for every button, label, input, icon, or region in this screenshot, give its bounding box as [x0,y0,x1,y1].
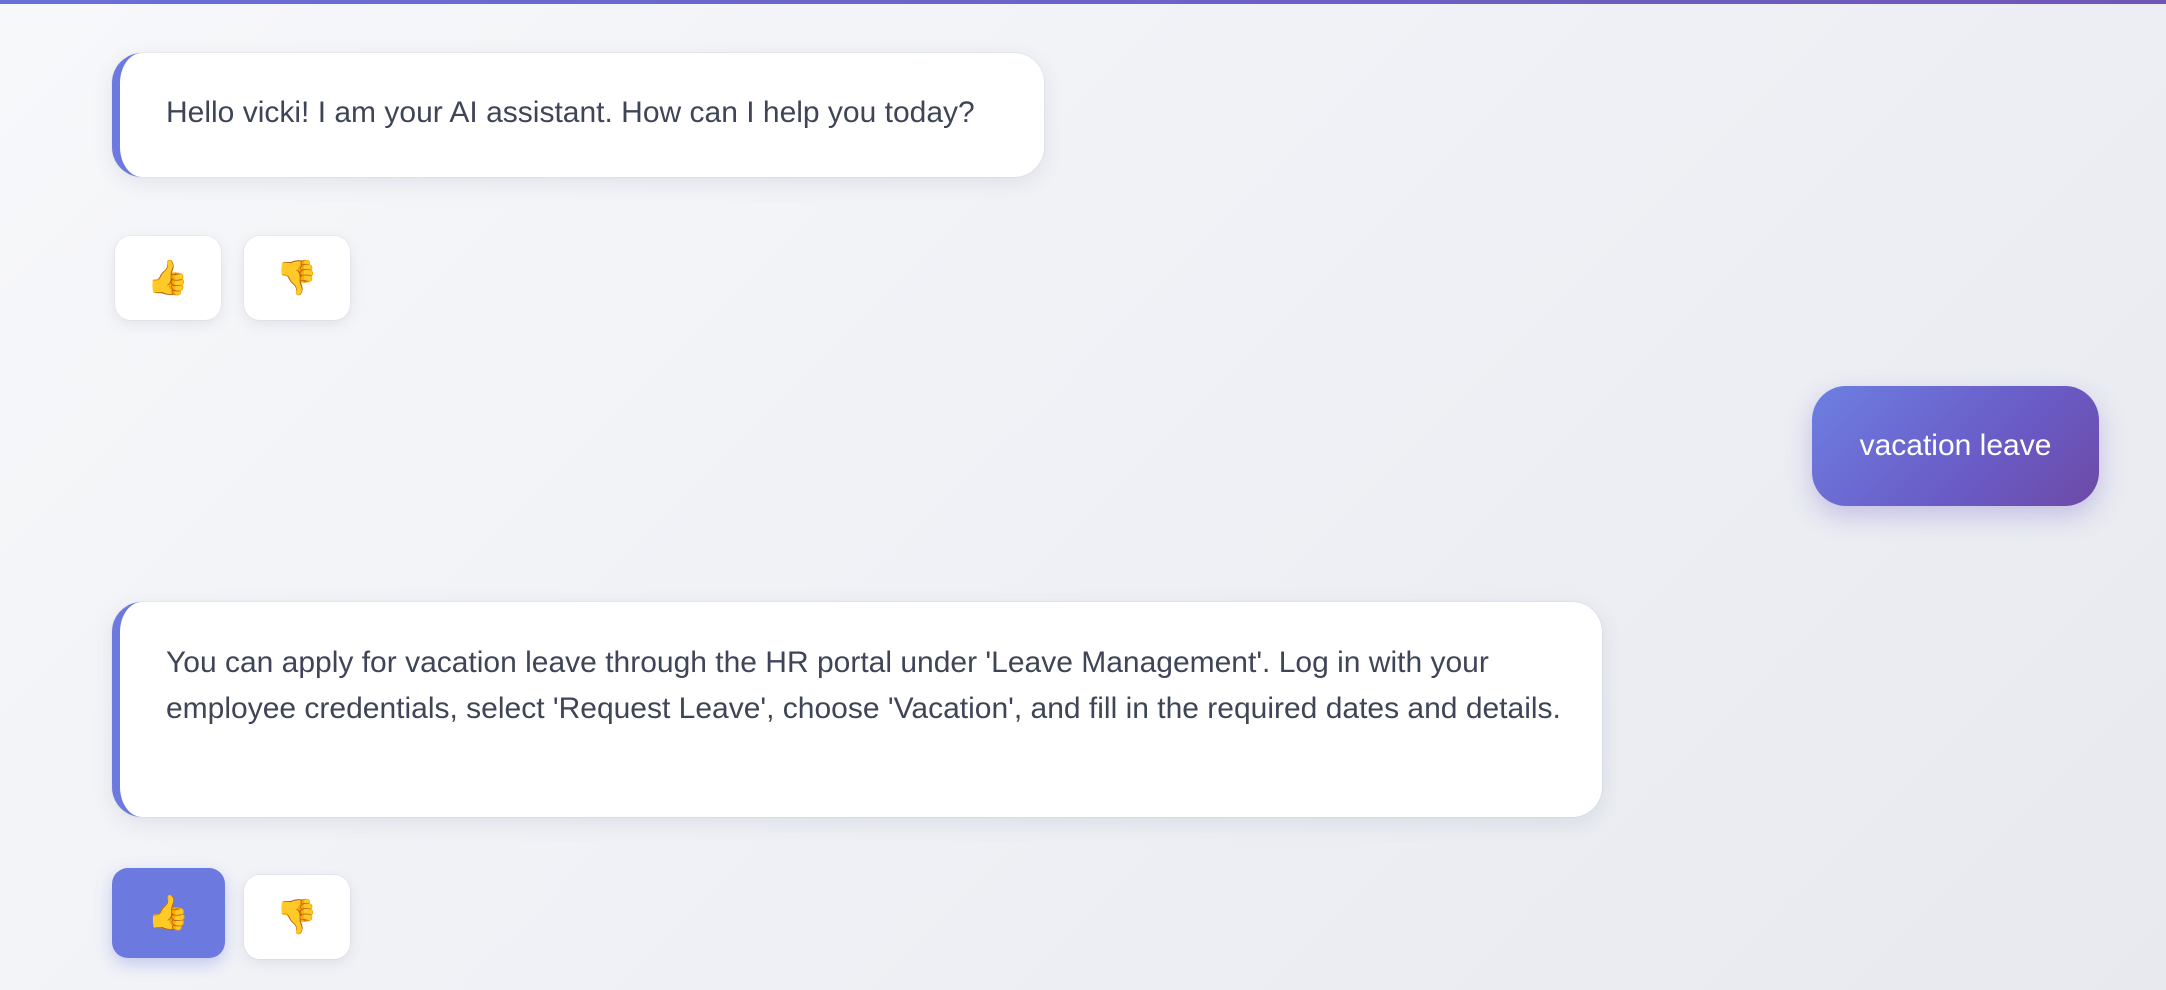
chat-thread: Hello vicki! I am your AI assistant. How… [0,0,2166,990]
user-message: vacation leave [1812,386,2099,506]
bot-message-text: Hello vicki! I am your AI assistant. How… [166,96,975,129]
bot-message: Hello vicki! I am your AI assistant. How… [112,53,1044,177]
bot-message: You can apply for vacation leave through… [112,602,1602,817]
bot-message-text: You can apply for vacation leave through… [166,646,1561,725]
thumbs-down-button[interactable]: 👎 [244,236,350,320]
thumbs-down-button[interactable]: 👎 [244,875,350,959]
thumbs-up-icon: 👍 [147,893,190,933]
thumbs-up-button[interactable]: 👍 [112,868,225,958]
thumbs-up-button[interactable]: 👍 [115,236,221,320]
thumbs-down-icon: 👎 [275,897,319,937]
thumbs-up-icon: 👍 [146,258,190,298]
thumbs-down-icon: 👎 [275,258,319,298]
user-message-text: vacation leave [1859,429,2052,462]
